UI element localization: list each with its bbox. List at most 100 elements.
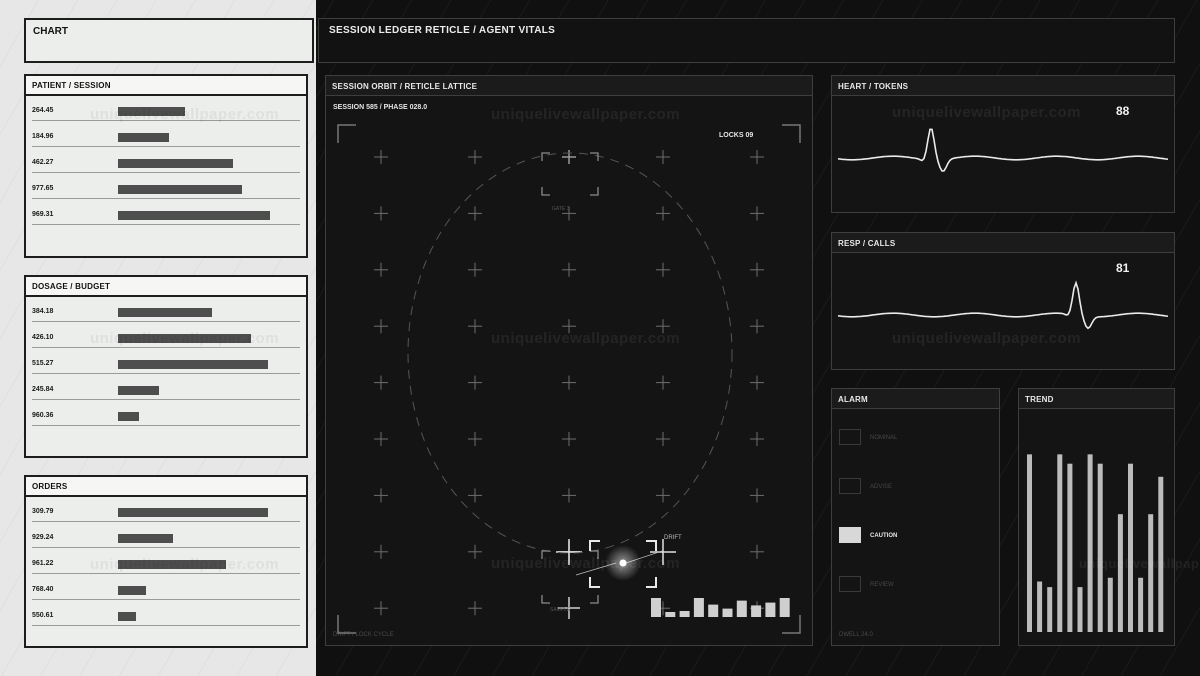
lattice-cross: [468, 601, 482, 616]
trend-bar: [1037, 581, 1043, 632]
histogram-bar: [765, 602, 776, 617]
row-bar: [118, 360, 268, 369]
panel-title: PATIENT / SESSION: [26, 76, 306, 96]
trend-bar: [1117, 514, 1123, 632]
row-bar: [118, 386, 159, 395]
histogram-bar: [665, 612, 676, 617]
alarm-indicator: [839, 429, 861, 445]
lattice-cross: [468, 375, 482, 390]
row-bar: [118, 308, 212, 317]
watermark: uniquelivewallpaper.com: [90, 556, 280, 573]
alarm-title: ALARM: [832, 389, 999, 409]
lattice-cross: [468, 432, 482, 446]
row-value: 384.18: [32, 308, 54, 315]
lattice-cross: [656, 375, 670, 390]
orbit-panel: SESSION ORBIT / RETICLE LATTICE SESSION …: [325, 75, 813, 646]
histogram-bar: [751, 605, 762, 617]
watermark: uniquelivewallpaper.com: [491, 106, 681, 123]
row-rule: [32, 547, 300, 548]
row-rule: [32, 625, 300, 626]
orbit-title: SESSION ORBIT / RETICLE LATTICE: [326, 76, 812, 96]
trend-title: TREND: [1019, 389, 1174, 409]
table-row: 309.79: [32, 503, 300, 529]
table-row: 515.27: [32, 355, 300, 381]
heart-tokens-panel: HEART / TOKENS 88 uniquelivewallpaper.co…: [831, 75, 1175, 213]
histogram-bar: [693, 598, 704, 617]
lattice-crosses: [374, 150, 764, 619]
trend-panel: TREND uniquelivewallpaper.com: [1018, 388, 1200, 646]
lattice-cross: [374, 488, 388, 503]
row-value: 977.65: [32, 185, 54, 192]
alarm-panel: ALARM DWELL 24.0 NOMINAL ADVISE CAUTION REV…: [831, 388, 1000, 646]
lattice-cross: [374, 262, 388, 277]
row-rule: [32, 321, 300, 322]
lattice-cross: [562, 488, 576, 503]
row-value: 961.22: [32, 560, 54, 567]
lattice-cross: [656, 488, 670, 503]
gate-label: GATE 3: [552, 206, 570, 212]
table-row: 384.18: [32, 303, 300, 329]
trend-bar: [1047, 587, 1053, 632]
row-bar: [118, 133, 169, 142]
watermark: uniquelivewallpaper.com: [90, 330, 280, 347]
row-bar: [118, 185, 242, 194]
lattice-cross: [374, 432, 388, 446]
row-bar: [118, 586, 146, 595]
heart-trace: [837, 128, 1169, 172]
dosage-budget-panel: DOSAGE / BUDGET 384.18 426.10 515.27 245.84…: [24, 275, 308, 458]
lattice-cross: [562, 262, 576, 277]
table-row: 462.27: [32, 154, 300, 180]
trend-bar: [1148, 514, 1154, 632]
alarm-footer: DWELL 24.0: [839, 632, 873, 638]
resp-title: RESP / CALLS: [832, 233, 1174, 253]
lattice-cross: [374, 319, 388, 334]
corner-bracket: [337, 615, 356, 634]
row-rule: [32, 347, 300, 348]
row-value: 462.27: [32, 159, 54, 166]
app-title: SESSION LEDGER RETICLE / AGENT VITALS: [329, 25, 556, 36]
chart-label-panel: CHART: [24, 18, 314, 63]
lattice-cross: [562, 432, 576, 446]
lattice-cross: [750, 206, 764, 221]
lattice-cross: [750, 262, 764, 277]
trend-bar: [1097, 463, 1103, 632]
lattice-cross: [750, 488, 764, 503]
row-rule: [32, 146, 300, 147]
watermark: uniquelivewallpaper.com: [1079, 556, 1200, 571]
app-title-panel: SESSION LEDGER RETICLE / AGENT VITALS: [318, 18, 1175, 63]
lattice-cross: [374, 206, 388, 221]
row-value: 264.45: [32, 107, 54, 114]
alarm-label: ADVISE: [870, 484, 893, 490]
panel-title: DOSAGE / BUDGET: [26, 277, 306, 297]
watermark: uniquelivewallpaper.com: [892, 104, 1082, 121]
trend-bar: [1158, 476, 1164, 632]
lattice-cross: [374, 150, 388, 164]
alarm-indicator: [839, 527, 861, 543]
row-bar: [118, 412, 139, 421]
lattice-cross: [750, 319, 764, 334]
row-rule: [32, 425, 300, 426]
lattice-cross: [468, 150, 482, 164]
row-value: 969.31: [32, 211, 54, 218]
row-bar: [118, 508, 268, 517]
reticle-cross: [562, 150, 576, 164]
lattice-cross: [374, 544, 388, 559]
chart-label: CHART: [33, 26, 68, 37]
drift-label: DRIFT: [664, 535, 682, 541]
alarm-label: REVIEW: [870, 582, 894, 588]
lattice-cross: [468, 488, 482, 503]
row-value: 309.79: [32, 508, 54, 515]
row-bar: [118, 159, 233, 168]
trend-bar: [1077, 587, 1083, 632]
row-value: 960.36: [32, 412, 54, 419]
lattice-cross: [750, 150, 764, 164]
row-bar: [118, 534, 173, 543]
histogram-bar: [722, 608, 733, 617]
trend-bars: [1027, 454, 1164, 632]
lattice-cross: [750, 375, 764, 390]
alarm-label: CAUTION: [870, 533, 898, 539]
lattice-cross: [468, 206, 482, 221]
trend-bar: [1128, 463, 1133, 632]
table-row: 929.24: [32, 529, 300, 555]
alarm-label: NOMINAL: [870, 435, 898, 441]
